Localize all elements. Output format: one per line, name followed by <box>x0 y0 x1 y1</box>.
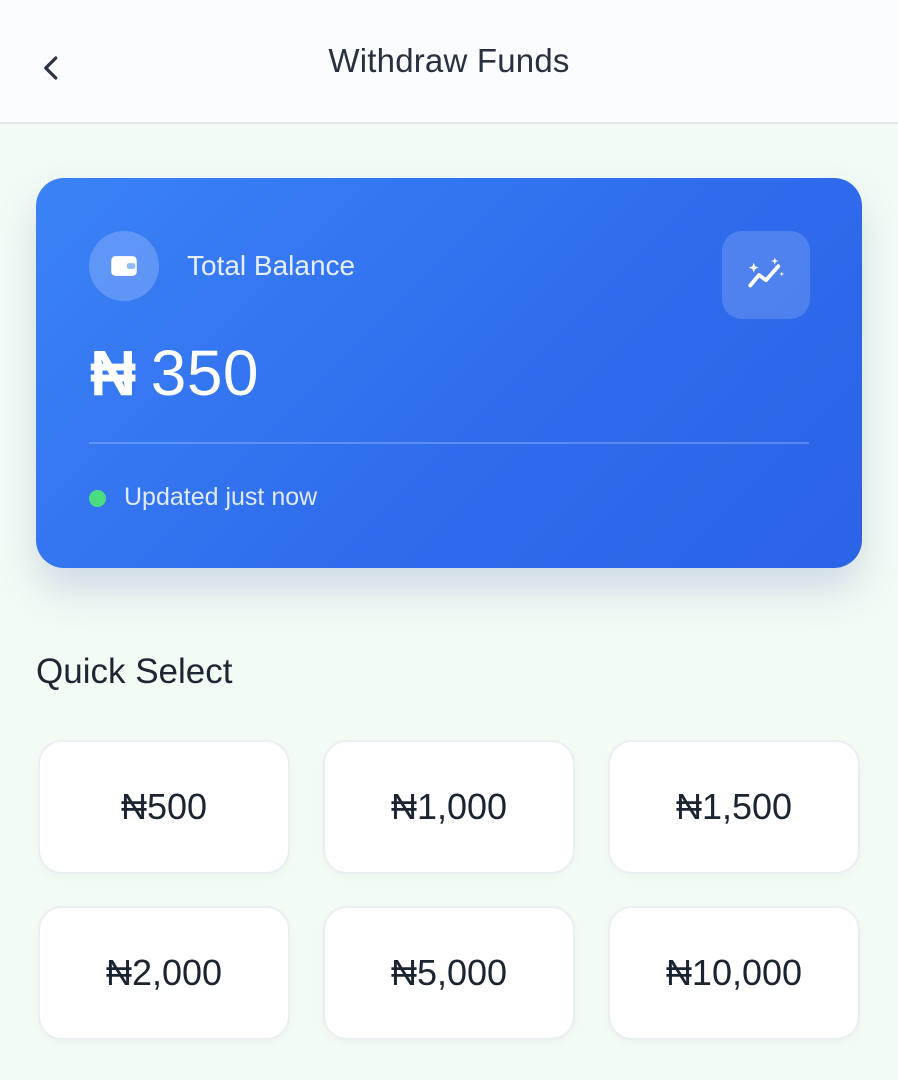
sparkle-trend-icon <box>748 257 785 288</box>
amount-option-10000[interactable]: ₦10,000 <box>608 906 860 1040</box>
analytics-button[interactable] <box>722 231 810 319</box>
amount-option-1500[interactable]: ₦1,500 <box>608 740 860 874</box>
currency-symbol: ₦ <box>90 337 137 409</box>
wallet-icon <box>111 256 137 276</box>
status-dot <box>89 490 106 507</box>
amount-option-1000[interactable]: ₦1,000 <box>323 740 575 874</box>
page-title: Withdraw Funds <box>328 42 570 79</box>
balance-value: 350 <box>150 337 259 409</box>
balance-card: Total Balance ₦ 350 Updated just now <box>36 178 862 568</box>
amount-option-500[interactable]: ₦500 <box>38 740 290 874</box>
balance-amount: ₦ 350 <box>90 336 259 410</box>
wallet-badge <box>89 231 159 301</box>
status-text: Updated just now <box>124 483 318 511</box>
card-divider <box>89 442 809 444</box>
amount-option-5000[interactable]: ₦5,000 <box>323 906 575 1040</box>
quick-select-grid: ₦500 ₦1,000 ₦1,500 ₦2,000 ₦5,000 ₦10,000 <box>38 740 860 1040</box>
top-bar: Withdraw Funds <box>0 0 898 124</box>
amount-option-2000[interactable]: ₦2,000 <box>38 906 290 1040</box>
balance-label: Total Balance <box>187 250 356 281</box>
quick-select-title: Quick Select <box>36 652 233 691</box>
